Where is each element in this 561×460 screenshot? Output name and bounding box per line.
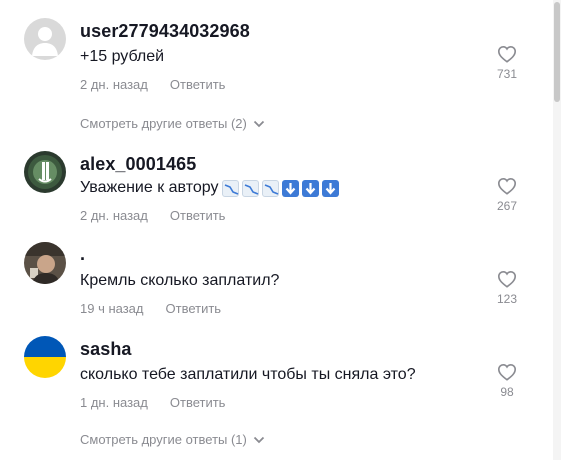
- heart-icon: [497, 270, 517, 288]
- photo-avatar[interactable]: [24, 242, 66, 284]
- comment-time: 1 дн. назад: [80, 395, 148, 410]
- comment-username[interactable]: .: [80, 244, 85, 265]
- like-button[interactable]: 98: [490, 363, 524, 399]
- reply-button[interactable]: Ответить: [170, 208, 226, 223]
- view-more-replies-button[interactable]: Смотреть другие ответы (1): [80, 432, 265, 447]
- heart-icon: [497, 177, 517, 195]
- reply-button[interactable]: Ответить: [166, 301, 222, 316]
- down-arrow-icon: [282, 179, 300, 197]
- heart-icon: [497, 363, 517, 381]
- juventus-logo-avatar[interactable]: [24, 151, 66, 193]
- comment-time: 2 дн. назад: [80, 208, 148, 223]
- reply-button[interactable]: Ответить: [170, 395, 226, 410]
- heart-icon: [497, 45, 517, 63]
- comment-username[interactable]: user2779434032968: [80, 21, 250, 42]
- like-count: 98: [500, 385, 514, 399]
- reply-button[interactable]: Ответить: [170, 77, 226, 92]
- view-more-replies-label: Смотреть другие ответы (1): [80, 432, 247, 447]
- like-count: 123: [496, 292, 518, 306]
- comment-text: Уважение к автору: [80, 179, 340, 197]
- comment-time: 2 дн. назад: [80, 77, 148, 92]
- view-more-replies-label: Смотреть другие ответы (2): [80, 116, 247, 131]
- view-more-replies-button[interactable]: Смотреть другие ответы (2): [80, 116, 265, 131]
- chart-decreasing-icon: [242, 179, 260, 197]
- like-button[interactable]: 267: [490, 177, 524, 213]
- comment-text: +15 рублей: [80, 48, 165, 65]
- like-button[interactable]: 123: [490, 270, 524, 306]
- comment-text: сколько тебе заплатили чтобы ты сняла эт…: [80, 366, 416, 383]
- like-button[interactable]: 731: [490, 45, 524, 81]
- like-count: 267: [496, 199, 518, 213]
- down-arrow-icon: [322, 179, 340, 197]
- comment-time: 19 ч назад: [80, 301, 144, 316]
- like-count: 731: [496, 67, 518, 81]
- chart-decreasing-icon: [262, 179, 280, 197]
- chevron-down-icon: [253, 436, 265, 443]
- comment-text-label: Уважение к автору: [80, 179, 219, 196]
- ukraine-flag-avatar[interactable]: [24, 336, 66, 378]
- comment-meta: 19 ч назад Ответить: [80, 301, 221, 316]
- chevron-down-icon: [253, 120, 265, 127]
- comment-meta: 2 дн. назад Ответить: [80, 208, 225, 223]
- comment-text: Кремль сколько заплатил?: [80, 272, 280, 289]
- comment-meta: 2 дн. назад Ответить: [80, 77, 225, 92]
- chart-decreasing-icon: [222, 179, 240, 197]
- down-arrow-icon: [302, 179, 320, 197]
- comment-username[interactable]: sasha: [80, 339, 132, 360]
- scrollbar-thumb[interactable]: [554, 2, 560, 102]
- scrollbar[interactable]: [553, 0, 561, 460]
- default-avatar-icon[interactable]: [24, 18, 66, 60]
- comment-username[interactable]: alex_0001465: [80, 154, 196, 175]
- comment-meta: 1 дн. назад Ответить: [80, 395, 225, 410]
